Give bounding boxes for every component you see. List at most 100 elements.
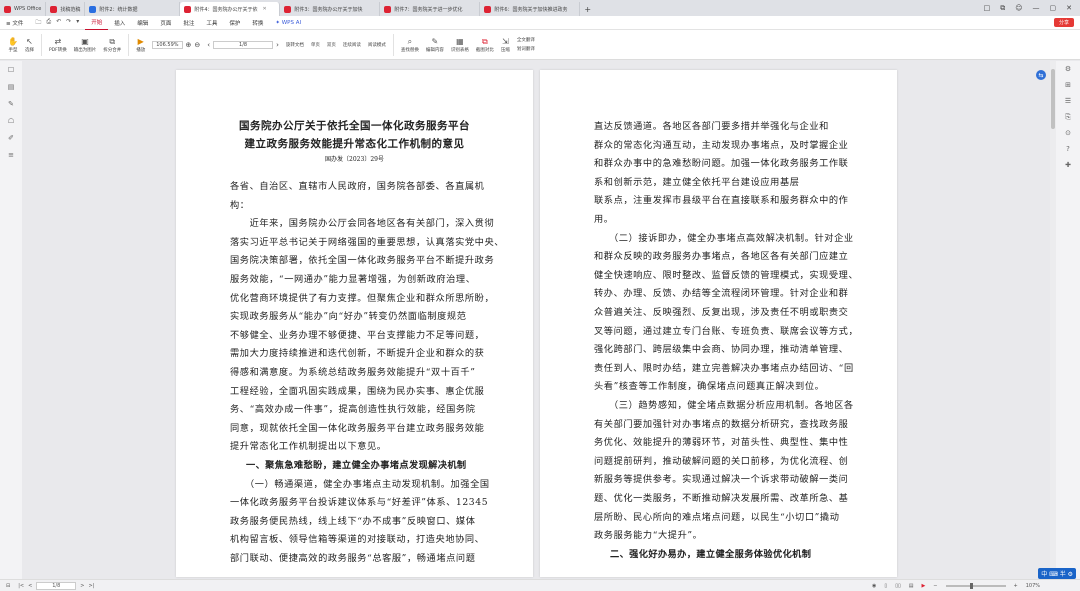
hand-tool-button[interactable]: ✋ 手型 (8, 37, 18, 53)
status-page-input[interactable]: 1/8 (36, 581, 77, 590)
pdf-icon (384, 5, 392, 13)
undo-icon[interactable]: ↶ (56, 18, 61, 28)
translate-float-icon[interactable]: ⇆ (1036, 70, 1046, 80)
menu-start[interactable]: 开始 (85, 16, 109, 30)
menu-page[interactable]: 页面 (154, 16, 177, 30)
tab-2[interactable]: 附件2：统计数据 (85, 2, 181, 16)
zoom-in-icon[interactable]: + (1014, 583, 1018, 589)
maximize-icon[interactable]: ▢ (1050, 4, 1057, 12)
menu-wps-ai[interactable]: ✦ WPS AI (269, 16, 307, 30)
annotation-icon[interactable]: ✎ (0, 95, 22, 112)
last-page-icon[interactable]: >| (88, 583, 94, 589)
layout-icon[interactable]: □ (984, 4, 991, 12)
rotate-button[interactable]: 旋转文档 (286, 42, 304, 48)
zoom-in-icon[interactable]: ⊕ (186, 41, 192, 49)
settings-icon[interactable]: ⚙ (1056, 61, 1080, 77)
redo-icon[interactable]: ↷ (66, 18, 71, 28)
more-icon[interactable]: ▾ (76, 18, 79, 28)
sidebar-toggle-icon[interactable]: ⊟ (6, 583, 10, 589)
play-button[interactable]: ▶ 播放 (136, 37, 145, 53)
signature-icon[interactable]: ✐ (0, 129, 22, 146)
double-view-icon[interactable]: ▯▯ (895, 583, 901, 589)
zoom-out-icon[interactable]: − (933, 583, 937, 589)
tab-4[interactable]: 附件3：国务院办公厅关于加快 (280, 2, 381, 16)
screenshot-compare-button[interactable]: ⧉ 截图对比 (476, 37, 494, 53)
print-icon[interactable]: ⎙ (46, 18, 51, 28)
target-icon[interactable]: ⊙ (1056, 125, 1080, 141)
eye-icon[interactable]: ◉ (872, 583, 876, 589)
tab-label: 找稿范稿 (60, 6, 81, 13)
zoom-slider-handle[interactable] (969, 582, 973, 589)
single-view-icon[interactable]: ▯ (884, 583, 887, 589)
menu-edit[interactable]: 编辑 (131, 16, 154, 30)
pdf-icon (184, 5, 192, 13)
layers-icon[interactable]: ≡ (0, 146, 22, 163)
bookmark-icon[interactable]: ☖ (0, 112, 22, 129)
zoom-level[interactable]: 107% (1026, 583, 1040, 589)
body-text-line: 工程经验，全面巩固实践成果，围绕为民办实事、惠企优服 (230, 385, 485, 397)
close-window-icon[interactable]: ✕ (1066, 4, 1072, 12)
read-view-icon[interactable]: ▤ (909, 583, 914, 589)
double-page-button[interactable]: 双页 (327, 42, 336, 48)
single-page-button[interactable]: 单页 (311, 42, 320, 48)
menu-tools[interactable]: 工具 (200, 16, 223, 30)
find-replace-button[interactable]: ⌕ 查找替换 (401, 37, 419, 53)
tab-0[interactable]: WPS Office (0, 2, 47, 16)
prev-page-icon[interactable]: < (28, 583, 32, 589)
help-icon[interactable]: ? (1056, 141, 1080, 157)
zoom-control[interactable]: 106.59% ⊕ ⊖ (152, 40, 200, 49)
body-text-line: 系和创新示范，建立健全依托平台建设应用基层 (594, 176, 800, 188)
body-text-line: 头看”核查等工作制度，确保堵点问题真正解决到位。 (594, 381, 825, 393)
prev-page-icon[interactable]: ‹ (207, 41, 210, 49)
tab-6[interactable]: 附件6：国务院关于加快推进政务 (480, 2, 581, 16)
list-icon[interactable]: ☰ (1056, 93, 1080, 109)
file-menu[interactable]: ≡ 文件 (0, 16, 29, 30)
zoom-out-icon[interactable]: ⊖ (194, 41, 200, 49)
copy-icon[interactable]: ⎘ (1056, 109, 1080, 125)
ime-indicator[interactable]: 中 ⌨ 半 ⚙ (1038, 568, 1076, 579)
first-page-icon[interactable]: |< (18, 583, 24, 589)
pdf-convert-button[interactable]: ⇄ PDF转换 (49, 37, 67, 53)
word-translate-button[interactable]: 划词翻译 (517, 46, 535, 52)
tab-3[interactable]: 附件4：国务院办公厅关于依 ✕ (180, 2, 281, 16)
continuous-read-button[interactable]: 连续阅读 (343, 42, 361, 48)
outline-icon[interactable]: ▤ (0, 78, 22, 95)
split-merge-button[interactable]: ⧉ 拆分合并 (103, 37, 121, 53)
export-image-button[interactable]: ▣ 输出为图片 (74, 37, 97, 53)
recognize-table-button[interactable]: ▦ 识别表格 (451, 37, 469, 53)
menu-bar: ≡ 文件 🗀 ⎙ ↶ ↷ ▾ 开始 插入 编辑 页面 批注 工具 保护 转换 ✦… (0, 16, 1080, 30)
grid-icon[interactable]: ⊞ (1056, 77, 1080, 93)
thumbnail-icon[interactable]: ☐ (0, 61, 22, 78)
open-icon[interactable]: 🗀 (35, 18, 41, 28)
select-tool-button[interactable]: ↖ 选择 (25, 37, 34, 53)
section-heading: 二、强化好办易办，建立健全服务体验优化机制 (610, 548, 812, 560)
next-page-icon[interactable]: › (276, 41, 279, 49)
close-icon[interactable]: ✕ (263, 6, 267, 12)
play-icon: ▶ (137, 36, 144, 46)
share-button[interactable]: 分享 (1053, 18, 1074, 27)
add-icon[interactable]: ✚ (1056, 157, 1080, 173)
menu-protect[interactable]: 保护 (223, 16, 246, 30)
scrollbar-thumb[interactable] (1051, 69, 1055, 129)
tab-1[interactable]: 找稿范稿 (46, 2, 86, 16)
read-mode-button[interactable]: 阅读模式 (368, 42, 386, 48)
zoom-slider[interactable] (945, 582, 1006, 589)
minimize-icon[interactable]: — (1033, 4, 1040, 12)
tab-5[interactable]: 附件7：国务院关于进一步优化 (380, 2, 481, 16)
restore-layout-icon[interactable]: ⧉ (1000, 4, 1005, 13)
new-tab-button[interactable]: + (580, 2, 595, 16)
full-translate-button[interactable]: 全文翻译 (517, 37, 535, 43)
edit-content-button[interactable]: ✎ 编辑内容 (426, 37, 444, 53)
compress-button[interactable]: ⇲ 压缩 (501, 37, 510, 53)
menu-insert[interactable]: 插入 (108, 16, 131, 30)
zoom-input[interactable]: 106.59% (152, 40, 183, 49)
avatar[interactable]: ☺ (1015, 4, 1022, 12)
ribbon-label: 拆分合并 (103, 47, 122, 53)
menu-convert[interactable]: 转换 (246, 16, 269, 30)
menu-annotate[interactable]: 批注 (177, 16, 200, 30)
page-input[interactable]: 1/8 (213, 40, 274, 49)
next-page-icon[interactable]: > (80, 583, 84, 589)
image-icon: ▣ (81, 36, 89, 46)
play-status-icon[interactable]: ▶ (921, 583, 925, 589)
body-text-line: 直达反馈通道。各地区各部门要多措并举强化与企业和 (594, 121, 829, 132)
